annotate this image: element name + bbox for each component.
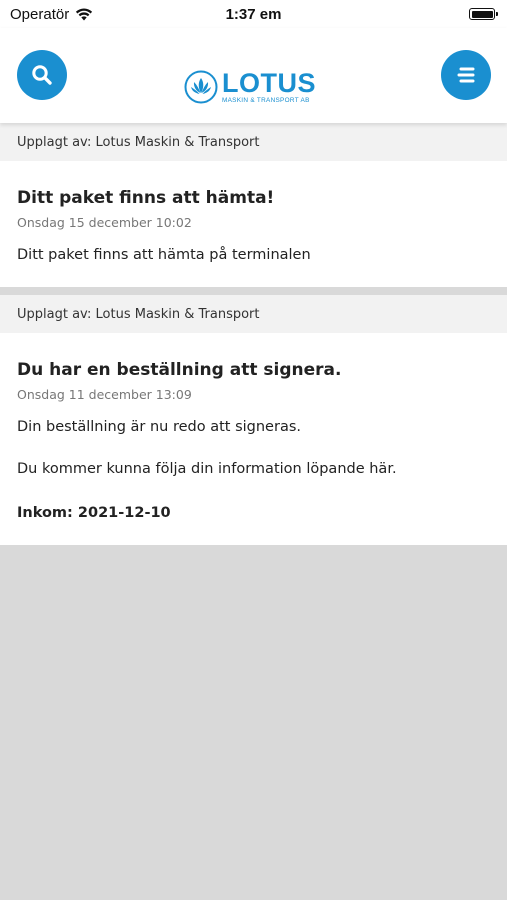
battery-level [471,10,493,18]
logo-text: LOTUS MASKIN & TRANSPORT AB [222,67,316,104]
status-left: Operatör [10,6,93,23]
wifi-icon [76,8,93,20]
post-title: Du har en beställning att signera. [17,360,342,380]
battery-icon [469,8,498,20]
post-received-date: Inkom: 2021-12-10 [17,505,171,521]
search-button[interactable] [17,50,67,100]
post-date: Onsdag 11 december 13:09 [17,387,192,402]
post-body: Ditt paket finns att hämta! Onsdag 15 de… [0,161,507,287]
post-paragraph: Ditt paket finns att hämta på terminalen [17,247,311,263]
carrier-label: Operatör [10,5,70,23]
logo-wordmark: LOTUS [222,67,316,98]
status-bar: Operatör 1:37 em [0,0,507,28]
logo-tagline: MASKIN & TRANSPORT AB [222,96,310,104]
menu-button[interactable] [441,50,491,100]
post-author: Upplagt av: Lotus Maskin & Transport [0,295,507,333]
news-feed: Upplagt av: Lotus Maskin & Transport Dit… [0,123,507,545]
post-date: Onsdag 15 december 10:02 [17,215,192,230]
lotus-logo: LOTUS MASKIN & TRANSPORT AB [184,69,326,105]
app-header: LOTUS MASKIN & TRANSPORT AB [0,28,507,123]
post-paragraph: Du kommer kunna följa din information lö… [17,461,397,477]
post-body: Du har en beställning att signera. Onsda… [0,333,507,545]
lotus-flower-icon [184,70,218,104]
post-title: Ditt paket finns att hämta! [17,188,275,208]
search-icon [32,65,52,85]
feed-post[interactable]: Upplagt av: Lotus Maskin & Transport Du … [0,295,507,545]
post-author: Upplagt av: Lotus Maskin & Transport [0,123,507,161]
post-paragraph: Din beställning är nu redo att signeras. [17,419,301,435]
feed-post[interactable]: Upplagt av: Lotus Maskin & Transport Dit… [0,123,507,287]
menu-icon [457,67,475,83]
